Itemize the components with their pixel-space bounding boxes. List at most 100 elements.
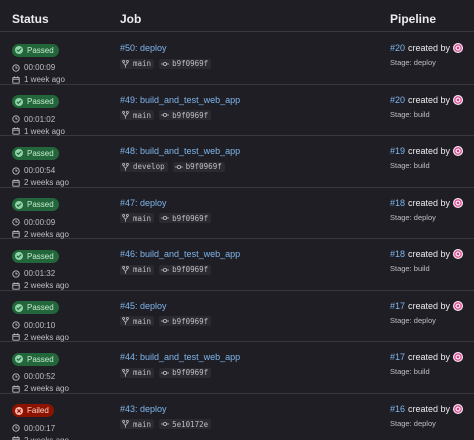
branch-name: main <box>133 110 152 120</box>
job-cell: #47: deploy main b9f0969f <box>120 198 216 224</box>
job-link[interactable]: #50: deploy <box>120 43 216 53</box>
status-icon <box>15 97 23 106</box>
pipeline-cell: #17 created by Stage: deploy <box>390 300 464 325</box>
pipeline-link[interactable]: #20 <box>390 95 405 105</box>
duration-text: 00:00:52 <box>24 372 56 381</box>
status-cell: Passed 00:01:32 2 weeks ago <box>12 247 112 290</box>
commit-sha: b9f0969f <box>172 265 209 274</box>
job-link[interactable]: #46: build_and_test_web_app <box>120 249 240 259</box>
commit-icon <box>161 420 170 428</box>
user-avatar[interactable] <box>453 43 464 53</box>
finished: 2 weeks ago <box>12 178 112 187</box>
jobs-table: Status Job Pipeline Passed 00:00:09 1 we… <box>0 0 474 440</box>
branch-ref[interactable]: main <box>120 419 155 429</box>
branch-ref[interactable]: main <box>120 367 155 378</box>
pipeline-line: #17 created by <box>390 352 464 362</box>
commit-sha: b9f0969f <box>185 162 222 171</box>
status-badge[interactable]: Passed <box>12 95 59 108</box>
finished-text: 2 weeks ago <box>24 384 69 393</box>
user-avatar[interactable] <box>453 146 464 156</box>
created-by-text: created by <box>408 300 451 311</box>
user-avatar[interactable] <box>453 403 464 414</box>
status-label: Passed <box>27 45 54 55</box>
pipeline-link[interactable]: #20 <box>390 43 405 53</box>
pipeline-cell: #20 created by Stage: build <box>390 94 464 119</box>
status-badge[interactable]: Passed <box>12 43 59 57</box>
commit-ref[interactable]: b9f0969f <box>172 161 225 172</box>
duration-text: 00:00:10 <box>24 320 56 330</box>
pipeline-line: #20 created by <box>390 94 464 105</box>
status-icon <box>15 303 23 312</box>
status-label: Failed <box>27 406 49 415</box>
branch-icon <box>122 368 129 377</box>
commit-sha: b9f0969f <box>172 368 209 377</box>
commit-sha: b9f0969f <box>172 316 209 326</box>
commit-icon <box>161 214 170 222</box>
status-label: Passed <box>27 148 54 158</box>
finished: 2 weeks ago <box>12 384 112 393</box>
status-badge[interactable]: Passed <box>12 301 59 314</box>
status-label: Passed <box>27 97 54 106</box>
status-badge[interactable]: Passed <box>12 198 59 211</box>
duration: 00:00:54 <box>12 166 112 175</box>
duration: 00:00:52 <box>12 372 112 381</box>
status-badge[interactable]: Passed <box>12 146 59 160</box>
branch-name: main <box>133 316 152 326</box>
commit-ref[interactable]: b9f0969f <box>159 213 212 223</box>
job-link[interactable]: #45: deploy <box>120 301 216 311</box>
user-avatar[interactable] <box>453 300 464 311</box>
pipeline-link[interactable]: #16 <box>390 404 405 414</box>
branch-ref[interactable]: main <box>120 264 155 275</box>
user-avatar[interactable] <box>453 249 464 259</box>
job-link[interactable]: #43: deploy <box>120 404 216 414</box>
pipeline-column-header: Pipeline <box>390 12 437 26</box>
job-link[interactable]: #47: deploy <box>120 198 216 208</box>
branch-ref[interactable]: main <box>120 110 155 120</box>
job-refs: main b9f0969f <box>120 316 216 327</box>
branch-ref[interactable]: main <box>120 316 155 326</box>
branch-ref[interactable]: main <box>120 213 155 223</box>
commit-ref[interactable]: b9f0969f <box>159 367 212 378</box>
status-label: Passed <box>27 354 54 364</box>
commit-ref[interactable]: 5e10172e <box>159 419 212 429</box>
pipeline-link[interactable]: #18 <box>390 249 405 259</box>
commit-ref[interactable]: b9f0969f <box>159 110 212 120</box>
created-by-text: created by <box>408 197 451 208</box>
status-badge[interactable]: Passed <box>12 249 59 263</box>
job-link[interactable]: #44: build_and_test_web_app <box>120 352 240 362</box>
stage-text: Stage: build <box>390 109 430 119</box>
pipeline-link[interactable]: #19 <box>390 146 405 156</box>
status-badge[interactable]: Passed <box>12 352 59 366</box>
pipeline-link[interactable]: #17 <box>390 301 405 311</box>
calendar-icon <box>12 179 20 187</box>
branch-ref[interactable]: main <box>120 58 155 69</box>
user-avatar[interactable] <box>453 94 464 105</box>
commit-ref[interactable]: b9f0969f <box>159 316 212 326</box>
job-refs: main b9f0969f <box>120 264 240 275</box>
status-icon <box>15 200 23 209</box>
pipeline-link[interactable]: #17 <box>390 352 405 362</box>
branch-name: main <box>133 419 152 429</box>
clock-icon <box>12 166 20 175</box>
duration: 00:00:10 <box>12 321 112 330</box>
calendar-icon <box>12 230 20 238</box>
table-row: Passed 00:01:02 1 week ago #49: build_an… <box>0 85 474 136</box>
pipeline-link[interactable]: #18 <box>390 198 405 208</box>
status-cell: Passed 00:00:09 1 week ago <box>12 41 112 84</box>
user-avatar[interactable] <box>453 352 464 362</box>
commit-ref[interactable]: b9f0969f <box>159 58 212 69</box>
duration-text: 00:01:02 <box>24 114 56 124</box>
status-badge[interactable]: Failed <box>12 404 54 417</box>
status-icon <box>15 355 23 363</box>
commit-icon <box>161 111 170 119</box>
job-link[interactable]: #48: build_and_test_web_app <box>120 146 240 156</box>
commit-ref[interactable]: b9f0969f <box>159 264 212 275</box>
branch-ref[interactable]: develop <box>120 161 168 172</box>
status-cell: Failed 00:00:17 2 weeks ago <box>12 402 112 440</box>
job-link[interactable]: #49: build_and_test_web_app <box>120 95 240 105</box>
user-avatar[interactable] <box>453 197 464 208</box>
branch-name: main <box>133 59 152 68</box>
job-refs: main b9f0969f <box>120 367 240 378</box>
stage-text: Stage: build <box>390 367 430 376</box>
clock-icon <box>12 218 20 226</box>
